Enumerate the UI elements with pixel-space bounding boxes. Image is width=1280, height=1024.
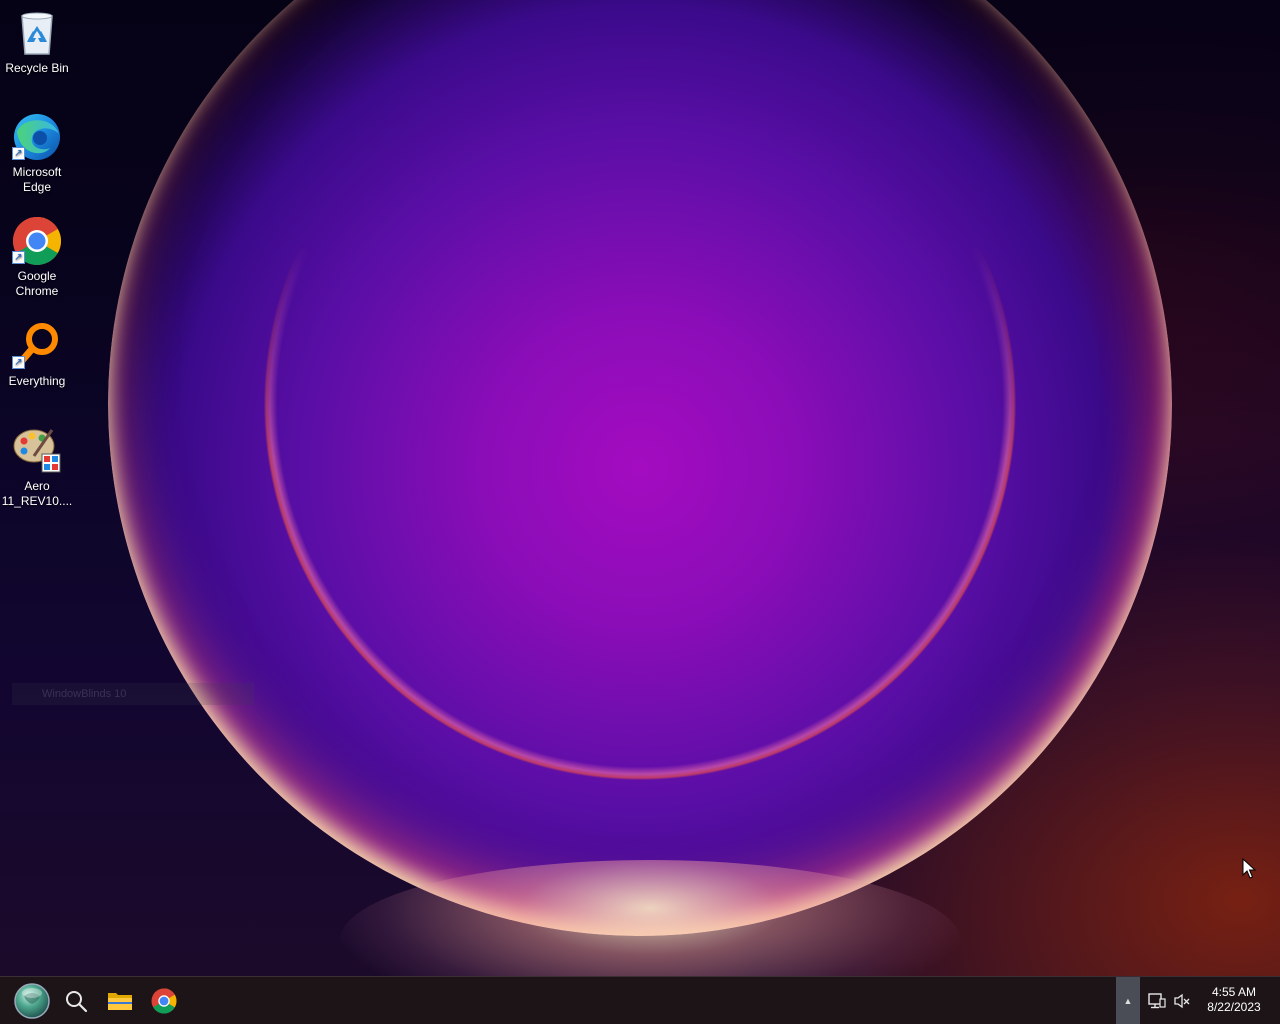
clock-time: 4:55 AM [1211, 985, 1257, 999]
everything-search-icon: ↗ [12, 321, 62, 371]
edge-icon: ↗ [12, 112, 62, 162]
desktop-icon-chrome[interactable]: ↗ Google Chrome [1, 216, 73, 299]
volume-muted-icon [1174, 993, 1190, 1009]
chrome-icon: ↗ [12, 216, 62, 266]
network-tray-button[interactable] [1147, 991, 1167, 1011]
desktop-icon-aero11[interactable]: Aero 11_REV10.... [1, 426, 73, 509]
desktop-icon-label: Google Chrome [15, 269, 59, 298]
network-icon [1148, 993, 1166, 1009]
desktop-icon-label: Recycle Bin [5, 61, 69, 75]
search-icon [66, 991, 88, 1013]
desktop-icon-everything[interactable]: ↗ Everything [1, 321, 73, 389]
taskbar-search-button[interactable] [56, 981, 96, 1021]
paint-palette-icon [12, 426, 62, 476]
recycle-bin-icon [12, 8, 62, 58]
chrome-icon [151, 988, 177, 1014]
file-explorer-icon [108, 993, 132, 1010]
desktop-icon-label: Microsoft Edge [12, 165, 62, 194]
tray-expand-button[interactable]: ▲ [1116, 977, 1140, 1024]
desktop-icon-recycle-bin[interactable]: Recycle Bin [1, 8, 73, 76]
taskbar-chrome-button[interactable] [144, 981, 184, 1021]
volume-tray-button[interactable] [1172, 991, 1192, 1011]
desktop-icon-label: Everything [8, 374, 66, 388]
shortcut-arrow-icon: ↗ [12, 147, 25, 160]
shortcut-arrow-icon: ↗ [12, 356, 25, 369]
desktop-icon-edge[interactable]: ↗ Microsoft Edge [1, 112, 73, 195]
taskbar-clock[interactable]: 4:55 AM 8/22/2023 [1198, 985, 1270, 1015]
mouse-cursor-icon [1242, 858, 1257, 879]
desktop-icon-label: Aero 11_REV10.... [1, 479, 73, 508]
clock-date: 8/22/2023 [1207, 1000, 1261, 1014]
shortcut-arrow-icon: ↗ [12, 251, 25, 264]
start-button[interactable] [12, 981, 52, 1021]
taskbar: ▲ 4:55 AM 8/22/2023 [0, 976, 1280, 1024]
start-orb-icon [14, 983, 50, 1019]
taskbar-file-explorer-button[interactable] [100, 981, 140, 1021]
ghost-window-label: WindowBlinds 10 [12, 683, 254, 705]
wallpaper-orb-rim [108, 0, 1172, 936]
desktop-wallpaper [0, 0, 1280, 976]
